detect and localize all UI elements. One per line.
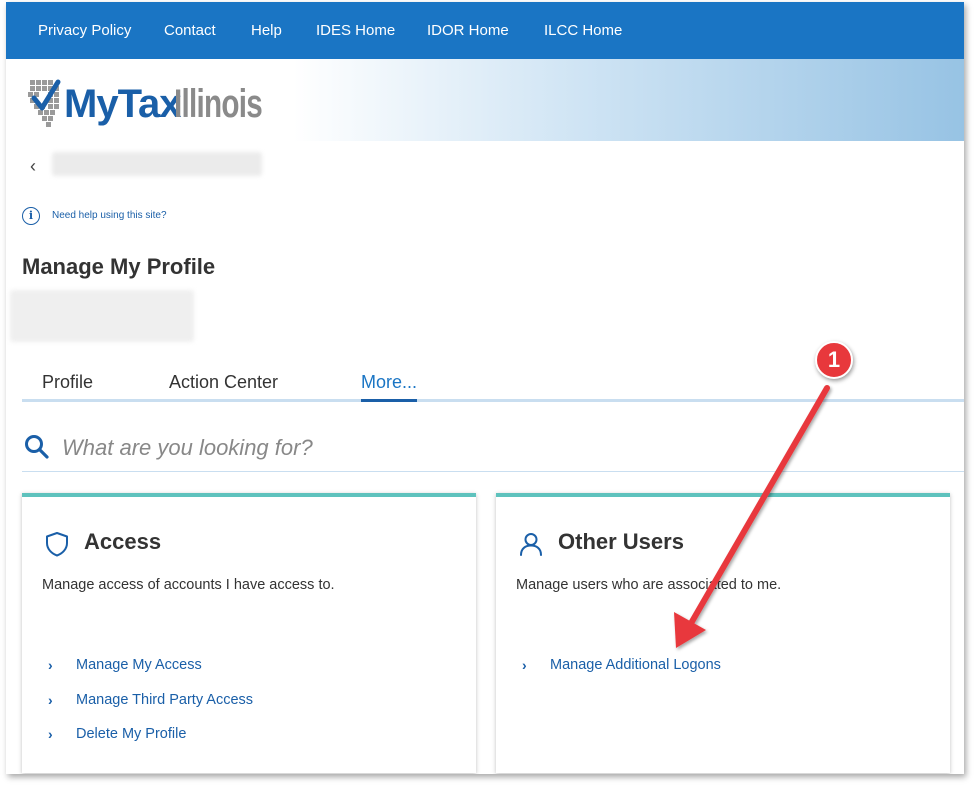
nav-link-ides-home[interactable]: IDES Home: [316, 2, 395, 59]
link-label[interactable]: Manage My Access: [76, 657, 202, 673]
link-label[interactable]: Delete My Profile: [76, 726, 186, 742]
chevron-left-icon[interactable]: ‹: [30, 156, 36, 177]
search-icon[interactable]: [24, 434, 50, 460]
nav-link-help[interactable]: Help: [251, 2, 282, 59]
nav-link-privacy-policy[interactable]: Privacy Policy: [38, 2, 131, 59]
nav-link-ilcc-home[interactable]: ILCC Home: [544, 2, 622, 59]
other-users-links: › Manage Additional Logons: [516, 655, 721, 690]
chevron-right-icon: ›: [48, 726, 53, 742]
chevron-right-icon: ›: [48, 691, 53, 708]
browser-page: Privacy Policy Contact Help IDES Home ID…: [6, 2, 964, 774]
mytax-illinois-logo[interactable]: MyTax Illinois: [26, 72, 266, 132]
tab-more[interactable]: More...: [361, 372, 418, 402]
manage-additional-logons-link[interactable]: › Manage Additional Logons: [516, 655, 721, 690]
redacted-profile-info: [10, 290, 194, 342]
link-label[interactable]: Manage Additional Logons: [550, 657, 721, 673]
help-link-text[interactable]: Need help using this site?: [52, 210, 167, 221]
logo-text-mytax: MyTax: [64, 82, 181, 126]
nav-link-idor-home[interactable]: IDOR Home: [427, 2, 509, 59]
card-title-other-users: Other Users: [558, 529, 684, 554]
tab-profile[interactable]: Profile: [42, 372, 93, 399]
search-input[interactable]: [62, 432, 662, 464]
user-icon: [520, 533, 542, 556]
annotation-badge: 1: [815, 341, 853, 379]
access-links: › Manage My Access › Manage Third Party …: [42, 655, 253, 759]
manage-third-party-access-link[interactable]: › Manage Third Party Access: [42, 690, 253, 725]
logo-text-illinois: Illinois: [174, 82, 262, 126]
top-navigation: Privacy Policy Contact Help IDES Home ID…: [6, 2, 964, 59]
shield-icon: [46, 532, 68, 557]
search-bar: [22, 426, 964, 472]
tab-action-center[interactable]: Action Center: [169, 372, 278, 399]
card-title-access: Access: [84, 529, 162, 554]
nav-link-contact[interactable]: Contact: [164, 2, 216, 59]
page-title: Manage My Profile: [22, 254, 216, 279]
chevron-right-icon: ›: [522, 657, 527, 673]
other-users-card: Other Users Manage users who are associa…: [496, 493, 950, 773]
chevron-right-icon: ›: [48, 657, 53, 673]
redacted-account-name: [52, 152, 262, 176]
info-icon: i: [22, 207, 40, 225]
card-description-other-users: Manage users who are associated to me.: [516, 577, 782, 593]
manage-my-access-link[interactable]: › Manage My Access: [42, 655, 253, 690]
access-card: Access Manage access of accounts I have …: [22, 493, 476, 773]
link-label[interactable]: Manage Third Party Access: [76, 692, 253, 708]
card-description-access: Manage access of accounts I have access …: [42, 577, 335, 593]
delete-my-profile-link[interactable]: › Delete My Profile: [42, 724, 253, 759]
